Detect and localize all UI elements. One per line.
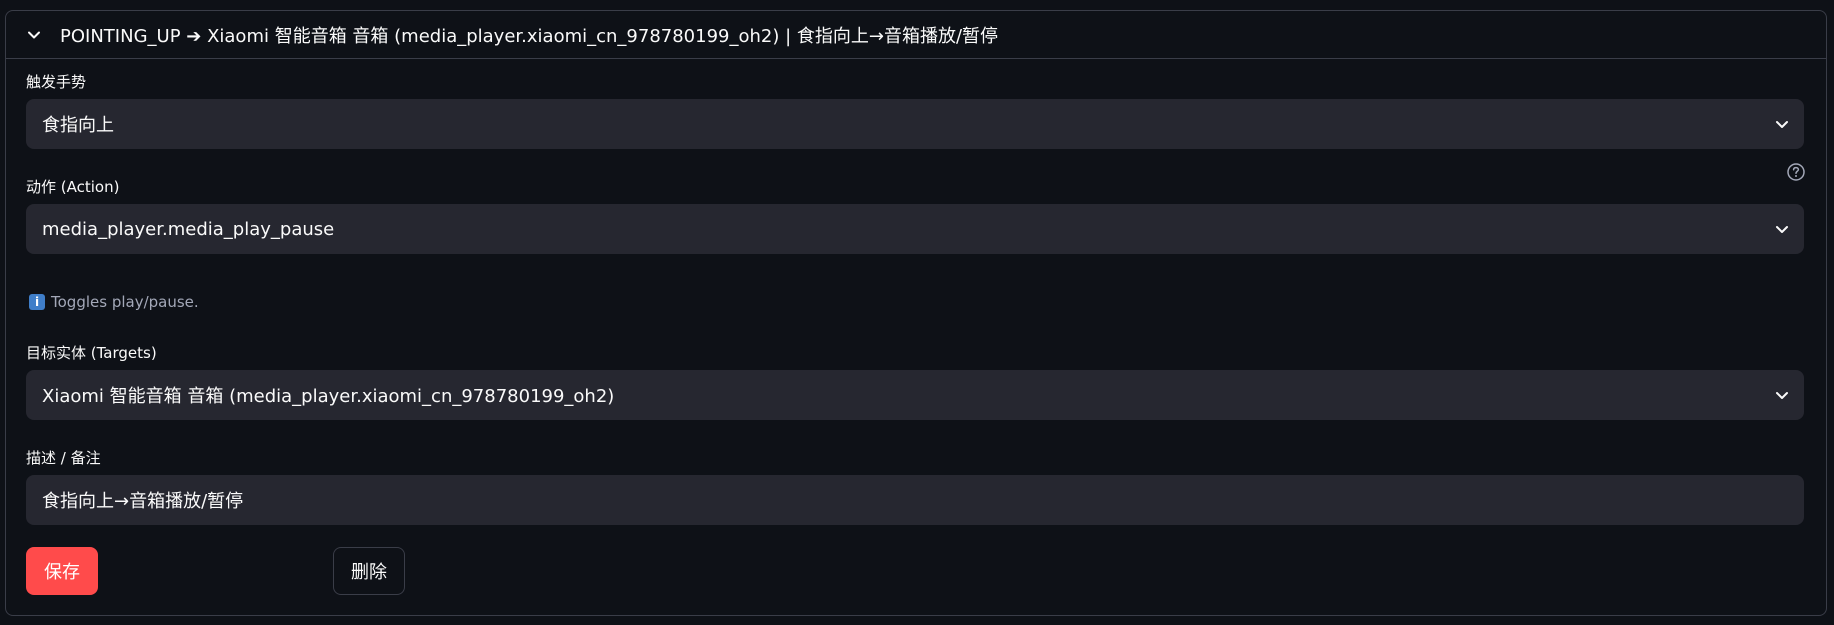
gesture-select-value: 食指向上 bbox=[42, 115, 114, 136]
action-label: 动作 (Action) bbox=[26, 178, 120, 196]
chevron-down-icon bbox=[1774, 116, 1790, 132]
gesture-select[interactable]: 食指向上 bbox=[26, 99, 1804, 149]
action-caption-text: Toggles play/pause. bbox=[51, 293, 199, 311]
automation-rule-expander: POINTING_UP ➔ Xiaomi 智能音箱 音箱 (media_play… bbox=[5, 10, 1827, 616]
chevron-down-icon bbox=[1774, 221, 1790, 237]
gesture-label: 触发手势 bbox=[26, 73, 87, 91]
targets-label: 目标实体 (Targets) bbox=[26, 344, 157, 362]
delete-button[interactable]: 删除 bbox=[333, 547, 405, 595]
action-select-value: media_player.media_play_pause bbox=[42, 218, 335, 240]
action-caption: i Toggles play/pause. bbox=[29, 293, 199, 311]
question-circle-icon[interactable] bbox=[1786, 162, 1806, 182]
chevron-down-icon bbox=[26, 27, 42, 43]
description-input[interactable]: 食指向上→音箱播放/暂停 bbox=[26, 475, 1804, 525]
description-label: 描述 / 备注 bbox=[26, 449, 101, 467]
chevron-down-icon bbox=[1774, 387, 1790, 403]
targets-select[interactable]: Xiaomi 智能音箱 音箱 (media_player.xiaomi_cn_9… bbox=[26, 370, 1804, 420]
action-select[interactable]: media_player.media_play_pause bbox=[26, 204, 1804, 254]
expander-header[interactable]: POINTING_UP ➔ Xiaomi 智能音箱 音箱 (media_play… bbox=[6, 11, 1826, 59]
save-button[interactable]: 保存 bbox=[26, 547, 98, 595]
targets-select-value: Xiaomi 智能音箱 音箱 (media_player.xiaomi_cn_9… bbox=[42, 386, 615, 407]
info-icon: i bbox=[29, 294, 45, 310]
description-input-value: 食指向上→音箱播放/暂停 bbox=[42, 491, 244, 512]
expander-title: POINTING_UP ➔ Xiaomi 智能音箱 音箱 (media_play… bbox=[60, 25, 999, 47]
